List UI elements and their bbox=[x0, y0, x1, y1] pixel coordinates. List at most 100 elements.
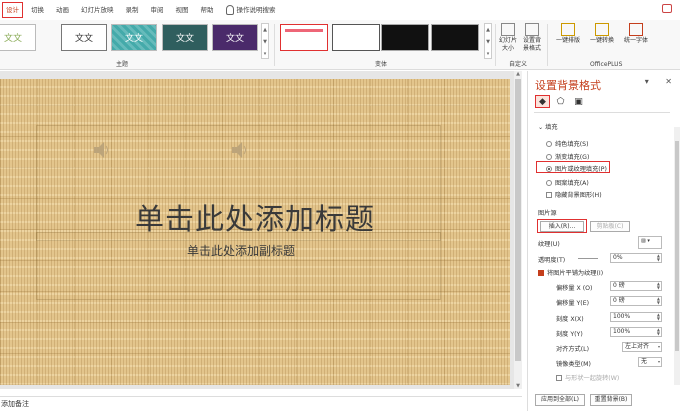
tab-slideshow[interactable]: 幻灯片放映 bbox=[75, 0, 120, 20]
slide-scrollbar[interactable]: ▲ ▼ bbox=[514, 71, 522, 389]
offset-x-label: 偏移量 X (O) bbox=[556, 285, 593, 292]
scroll-down-icon[interactable]: ▼ bbox=[514, 383, 522, 389]
transparency-slider[interactable] bbox=[578, 258, 598, 259]
audio-icon[interactable] bbox=[230, 141, 250, 159]
scale-x-input[interactable]: 100% ▲ ▼ bbox=[610, 312, 662, 322]
format-background-icon bbox=[525, 23, 539, 36]
tab-view[interactable]: 视图 bbox=[170, 0, 195, 20]
group-label-themes: 主题 bbox=[116, 61, 129, 68]
rotate-with-shape-checkbox[interactable]: 与形状一起旋转(W) bbox=[556, 373, 619, 382]
pane-scrollbar[interactable] bbox=[674, 127, 680, 385]
scale-y-label: 刻度 Y(Y) bbox=[556, 331, 583, 338]
gallery-more-icon[interactable]: ▾ bbox=[485, 48, 491, 60]
fill-section-header[interactable]: ⌄ 填充 bbox=[538, 122, 558, 131]
slide-editing-area: 单击此处添加标题 单击此处添加副标题 bbox=[0, 71, 522, 389]
theme-thumb-3[interactable]: 文文 bbox=[111, 24, 157, 51]
gallery-more-icon[interactable]: ▾ bbox=[262, 48, 268, 60]
scale-y-input[interactable]: 100% ▲ ▼ bbox=[610, 327, 662, 337]
theme-thumb-4[interactable]: 文文 bbox=[162, 24, 208, 51]
transparency-label: 透明度(T) bbox=[538, 257, 566, 264]
slide-canvas[interactable]: 单击此处添加标题 单击此处添加副标题 bbox=[0, 79, 510, 385]
hide-background-graphics[interactable]: 隐藏背景图形(H) bbox=[546, 190, 602, 199]
divider bbox=[534, 112, 670, 113]
lightbulb-icon bbox=[225, 5, 234, 15]
theme-gallery-scroll[interactable]: ▲ ▼ ▾ bbox=[261, 23, 269, 59]
pane-options-icon[interactable]: ▾ bbox=[645, 77, 649, 86]
tab-animations[interactable]: 动画 bbox=[50, 0, 75, 20]
scrollbar-thumb[interactable] bbox=[675, 141, 679, 351]
pane-category-tabs: ◆ ⬠ ▣ bbox=[535, 95, 586, 108]
tab-help[interactable]: 帮助 bbox=[195, 0, 220, 20]
close-icon[interactable]: ✕ bbox=[665, 77, 672, 86]
transparency-input[interactable]: 0% ▲ ▼ bbox=[610, 253, 662, 263]
theme-thumb-2[interactable]: 文文 bbox=[61, 24, 107, 51]
variant-thumb-2[interactable] bbox=[332, 24, 380, 51]
reset-background-button[interactable]: 重置背景(B) bbox=[590, 394, 632, 406]
ribbon-tabs: 设计 切换 动画 幻灯片放映 录制 审阅 视图 帮助 操作说明搜索 bbox=[0, 0, 680, 20]
one-key-convert-button[interactable]: 一键转换 bbox=[585, 23, 619, 45]
pattern-fill-option[interactable]: 图案填充(A) bbox=[546, 178, 589, 187]
picture-texture-fill-option[interactable]: 图片或纹理填充(P) bbox=[546, 164, 607, 173]
gradient-fill-option[interactable]: 渐变填充(G) bbox=[546, 152, 589, 161]
format-background-pane: 设置背景格式 ▾ ✕ ◆ ⬠ ▣ ⌄ 填充 纯色填充(S) 渐变填充(G) 图片… bbox=[527, 71, 680, 411]
offset-x-input[interactable]: 0 磅 ▲ ▼ bbox=[610, 281, 662, 291]
one-key-layout-button[interactable]: 一键排版 bbox=[551, 23, 585, 45]
group-label-officeplus: OfficePLUS bbox=[590, 61, 623, 68]
mirror-type-select[interactable]: 无 ▾ bbox=[638, 357, 662, 367]
scroll-up-icon[interactable]: ▲ bbox=[514, 71, 522, 77]
tab-record[interactable]: 录制 bbox=[120, 0, 145, 20]
divider bbox=[495, 24, 496, 66]
convert-icon bbox=[595, 23, 609, 36]
font-icon bbox=[629, 23, 643, 36]
alignment-select[interactable]: 左上对齐 ▾ bbox=[622, 342, 662, 352]
theme-thumb-5[interactable]: 文文 bbox=[212, 24, 258, 51]
group-label-variants: 变体 bbox=[375, 61, 388, 68]
apply-to-all-button[interactable]: 应用到全部(L) bbox=[535, 394, 585, 406]
picture-icon[interactable]: ▣ bbox=[571, 95, 586, 108]
slide-size-button[interactable]: 幻灯片 大小 bbox=[497, 23, 519, 53]
format-background-button[interactable]: 设置背 景格式 bbox=[520, 23, 544, 53]
pane-title: 设置背景格式 bbox=[535, 79, 601, 92]
texture-label: 纹理(U) bbox=[538, 241, 560, 248]
variant-thumb-4[interactable] bbox=[431, 24, 479, 51]
tile-as-texture-checkbox[interactable]: 将图片平铺为纹理(I) bbox=[538, 268, 603, 277]
mirror-type-label: 镜像类型(M) bbox=[556, 361, 591, 368]
scroll-down-icon[interactable]: ▼ bbox=[485, 36, 491, 48]
insert-picture-button[interactable]: 插入(R)... bbox=[540, 221, 584, 232]
slide-subtitle[interactable]: 单击此处添加副标题 bbox=[0, 242, 482, 259]
comment-icon[interactable] bbox=[662, 4, 672, 13]
layout-icon bbox=[561, 23, 575, 36]
fill-bucket-icon[interactable]: ◆ bbox=[535, 95, 550, 108]
divider bbox=[547, 24, 548, 66]
tab-transitions[interactable]: 切换 bbox=[25, 0, 50, 20]
effects-pentagon-icon[interactable]: ⬠ bbox=[553, 95, 568, 108]
texture-picker[interactable]: ▨ ▾ bbox=[638, 236, 662, 249]
offset-y-input[interactable]: 0 磅 ▲ ▼ bbox=[610, 296, 662, 306]
slide-title[interactable]: 单击此处添加标题 bbox=[0, 196, 510, 238]
group-label-customize: 自定义 bbox=[509, 61, 528, 68]
offset-y-label: 偏移量 Y(E) bbox=[556, 300, 590, 307]
unify-font-button[interactable]: 统一字体 bbox=[619, 23, 653, 45]
scroll-down-icon[interactable]: ▼ bbox=[262, 36, 268, 48]
variant-thumb-1[interactable] bbox=[280, 24, 328, 51]
scrollbar-thumb[interactable] bbox=[515, 79, 521, 361]
clipboard-button[interactable]: 剪贴板(C) bbox=[590, 221, 630, 232]
solid-fill-option[interactable]: 纯色填充(S) bbox=[546, 139, 589, 148]
slide-size-icon bbox=[501, 23, 515, 36]
tell-me-search[interactable]: 操作说明搜索 bbox=[237, 0, 282, 20]
tab-design[interactable]: 设计 bbox=[0, 0, 25, 20]
scale-x-label: 刻度 X(X) bbox=[556, 316, 584, 323]
variant-gallery-scroll[interactable]: ▲ ▼ ▾ bbox=[484, 23, 492, 59]
divider bbox=[274, 24, 275, 66]
alignment-label: 对齐方式(L) bbox=[556, 346, 590, 353]
scroll-up-icon[interactable]: ▲ bbox=[485, 24, 491, 36]
tab-review[interactable]: 审阅 bbox=[145, 0, 170, 20]
variant-thumb-3[interactable] bbox=[381, 24, 429, 51]
theme-thumb-1[interactable]: 文文 bbox=[0, 24, 36, 51]
picture-source-label: 图片源 bbox=[538, 210, 557, 217]
pane-controls: ▾ ✕ bbox=[645, 77, 672, 86]
scroll-up-icon[interactable]: ▲ bbox=[262, 24, 268, 36]
audio-icon[interactable] bbox=[92, 141, 112, 159]
notes-pane[interactable]: 添加备注 bbox=[0, 396, 522, 411]
ribbon: 文文 文文 文文 文文 文文 ▲ ▼ ▾ 主题 ▲ ▼ ▾ 变体 幻灯片 大小 … bbox=[0, 20, 680, 70]
